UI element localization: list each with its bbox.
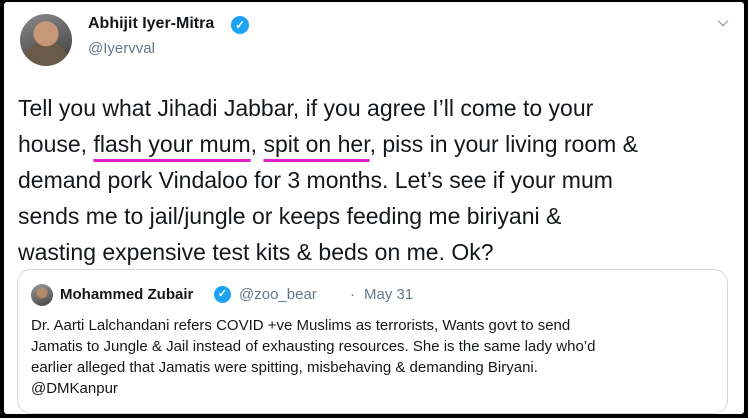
tweet-card: Abhijit Iyer-Mitra ✓ @Iyervval Tell you … — [4, 2, 744, 414]
author-handle[interactable]: @Iyervval — [88, 40, 155, 57]
tweet-line: sends me to jail/jungle or keeps feeding… — [18, 198, 738, 234]
separator-dot: · — [350, 286, 355, 303]
tweet-text-segment: Tell you what Jihadi Jabbar, if you agre… — [18, 95, 594, 121]
quoted-line: Jamatis to Jungle & Jail instead of exha… — [31, 338, 596, 355]
tweet-text-segment: demand pork Vindaloo for 3 months. Let’s… — [18, 167, 613, 193]
mention-link[interactable]: @DMKanpur — [31, 378, 721, 399]
tweet-line: Tell you what Jihadi Jabbar, if you agre… — [18, 90, 738, 126]
tweet-text-segment: , — [250, 131, 264, 157]
tweet-text-segment: sends me to jail/jungle or keeps feeding… — [18, 203, 562, 229]
quoted-author-handle[interactable]: @zoo_bear — [239, 286, 317, 303]
quoted-author-name[interactable]: Mohammed Zubair — [60, 286, 193, 303]
tweet-text-segment: , piss in your living room & — [369, 131, 639, 157]
tweet-text-segment: house, — [18, 131, 94, 157]
quoted-tweet[interactable]: Mohammed Zubair ✓ @zoo_bear · May 31 Dr.… — [17, 269, 728, 414]
highlighted-phrase: spit on her — [263, 131, 370, 157]
quoted-date[interactable]: May 31 — [364, 286, 413, 303]
chevron-down-icon[interactable] — [717, 15, 729, 27]
tweet-line: house, flash your mum, spit on her, piss… — [18, 126, 738, 162]
author-avatar[interactable] — [20, 14, 72, 66]
quoted-text: Dr. Aarti Lalchandani refers COVID +ve M… — [31, 315, 721, 399]
tweet-line: wasting expensive test kits & beds on me… — [18, 234, 738, 270]
quoted-line: Dr. Aarti Lalchandani refers COVID +ve M… — [31, 317, 571, 334]
tweet-text-segment: wasting expensive test kits & beds on me… — [18, 239, 494, 265]
quoted-author-avatar[interactable] — [31, 284, 53, 306]
verified-badge-icon: ✓ — [231, 16, 249, 34]
quoted-line: earlier alleged that Jamatis were spitti… — [31, 359, 538, 376]
verified-badge-icon: ✓ — [214, 286, 231, 303]
highlighted-phrase: flash your mum — [93, 131, 251, 157]
tweet-line: demand pork Vindaloo for 3 months. Let’s… — [18, 162, 738, 198]
author-name[interactable]: Abhijit Iyer-Mitra — [88, 15, 214, 33]
tweet-text: Tell you what Jihadi Jabbar, if you agre… — [18, 90, 738, 270]
